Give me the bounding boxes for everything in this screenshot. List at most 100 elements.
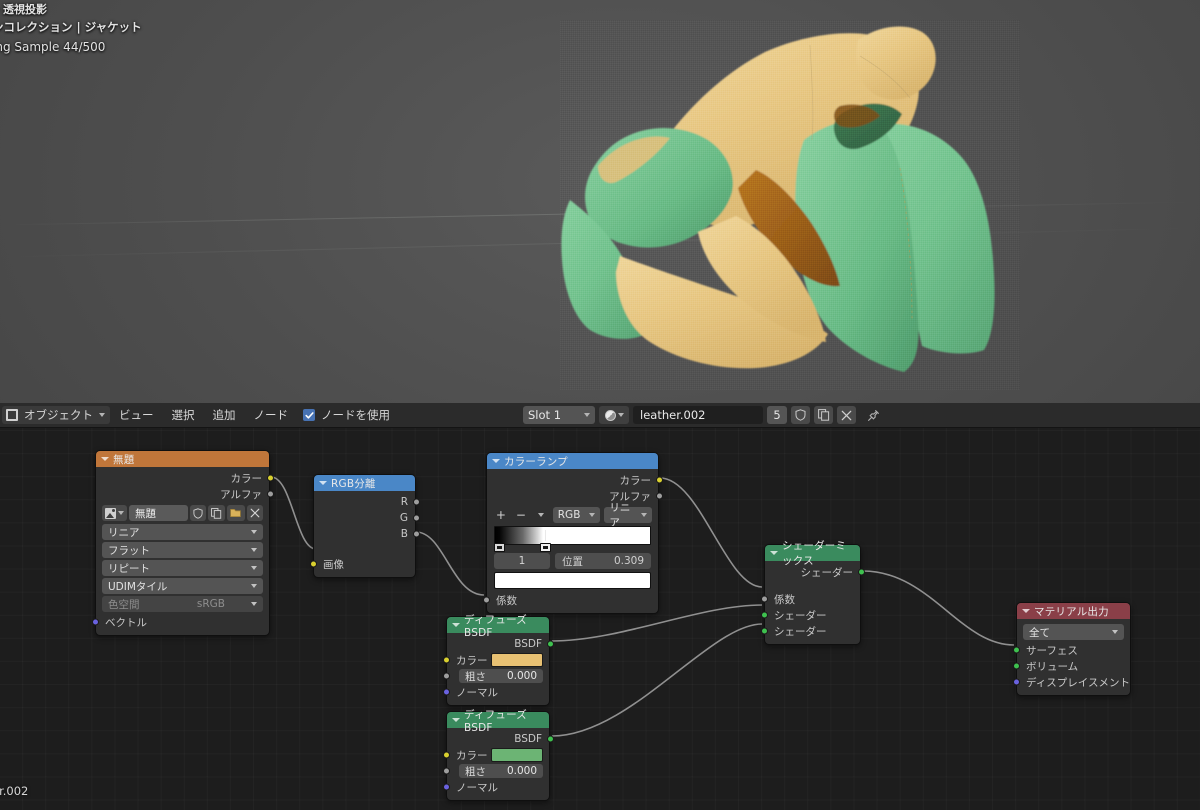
input-socket-fac[interactable] <box>760 595 768 603</box>
output-socket-g[interactable] <box>412 514 420 522</box>
output-socket-row-alpha[interactable]: アルファ <box>96 486 274 502</box>
input-socket-row-shader1[interactable]: シェーダー <box>760 607 860 623</box>
output-socket-alpha[interactable] <box>266 490 274 498</box>
input-socket-row-volume[interactable]: ボリューム <box>1012 658 1130 674</box>
colorramp-stop-1[interactable] <box>540 530 551 552</box>
output-socket-row-bsdf[interactable]: BSDF <box>447 731 554 747</box>
input-socket-displacement[interactable] <box>1012 678 1020 686</box>
node-header-color-ramp[interactable]: カラーランプ <box>487 453 658 469</box>
node-header-mix-shader[interactable]: シェーダーミックス <box>765 540 860 567</box>
source-dropdown[interactable]: UDIMタイル <box>102 578 263 594</box>
browse-material-button[interactable] <box>599 406 629 424</box>
unlink-image-button[interactable] <box>247 505 263 521</box>
shader-type-selector[interactable]: オブジェクト <box>2 406 110 424</box>
material-name-field[interactable]: leather.002 <box>633 406 763 424</box>
input-socket-row-fac[interactable]: 係数 <box>760 591 860 607</box>
collapse-triangle-icon[interactable] <box>452 718 460 722</box>
collapse-triangle-icon[interactable] <box>319 481 327 485</box>
input-socket-row-fac[interactable]: 係数 <box>482 592 658 608</box>
colorramp-gradient-bar[interactable] <box>494 526 651 545</box>
input-socket-row-color[interactable]: カラー <box>442 747 549 763</box>
output-socket-row-color[interactable]: カラー <box>96 470 274 486</box>
open-image-button[interactable] <box>227 505 245 521</box>
stop-handle[interactable] <box>540 543 551 552</box>
stop-color-swatch[interactable] <box>494 572 651 589</box>
output-target-dropdown[interactable]: 全て <box>1023 624 1124 640</box>
input-socket-roughness[interactable] <box>442 672 450 680</box>
node-image-texture[interactable]: 無題 カラー アルファ 無題 リニア フラット リピート UDIMタイル 色空間… <box>91 450 274 636</box>
input-socket-volume[interactable] <box>1012 662 1020 670</box>
unlink-material-button[interactable] <box>837 406 856 424</box>
color-swatch-green[interactable] <box>491 748 543 762</box>
interpolation-dropdown[interactable]: リニア <box>102 524 263 540</box>
node-header-image-texture[interactable]: 無題 <box>96 451 269 467</box>
input-socket-fac[interactable] <box>482 596 490 604</box>
menu-view[interactable]: ビュー <box>110 403 163 428</box>
output-socket-row-bsdf[interactable]: BSDF <box>447 636 554 652</box>
input-socket-row-roughness[interactable]: 粗さ 0.000 <box>442 668 549 684</box>
output-socket-row-g[interactable]: G <box>314 510 420 526</box>
interpolation-dropdown[interactable]: リニア <box>604 502 653 529</box>
input-socket-roughness[interactable] <box>442 767 450 775</box>
node-diffuse-bsdf-green[interactable]: ディフューズBSDF BSDF カラー 粗さ 0.000 ノーマル <box>442 709 554 801</box>
color-mode-dropdown[interactable]: RGB <box>552 507 601 523</box>
input-socket-surface[interactable] <box>1012 646 1020 654</box>
remove-stop-button[interactable]: − <box>513 507 529 523</box>
output-socket-row-b[interactable]: B <box>314 526 420 542</box>
shader-node-editor[interactable]: 無題 カラー アルファ 無題 リニア フラット リピート UDIMタイル 色空間… <box>0 428 1200 810</box>
input-socket-shader-1[interactable] <box>760 611 768 619</box>
node-mix-shader[interactable]: シェーダーミックス シェーダー 係数 シェーダー シェーダー <box>760 540 865 645</box>
collapse-triangle-icon[interactable] <box>452 623 460 627</box>
output-socket-bsdf[interactable] <box>546 735 554 743</box>
input-socket-row-color[interactable]: カラー <box>442 652 549 668</box>
stop-position-field[interactable]: 位置 0.309 <box>555 553 651 569</box>
collapse-triangle-icon[interactable] <box>101 457 109 461</box>
input-socket-row-displacement[interactable]: ディスプレイスメント <box>1012 674 1130 690</box>
input-socket-row-image[interactable]: 画像 <box>309 556 415 572</box>
material-users-count-button[interactable]: 5 <box>767 406 787 424</box>
input-socket-row-surface[interactable]: サーフェス <box>1012 642 1130 658</box>
collapse-triangle-icon[interactable] <box>770 551 778 555</box>
colorramp-gradient-widget[interactable] <box>494 526 651 552</box>
node-diffuse-bsdf-tan[interactable]: ディフューズBSDF BSDF カラー 粗さ 0.000 ノーマル <box>442 614 554 706</box>
output-socket-row-r[interactable]: R <box>314 494 420 510</box>
extension-dropdown[interactable]: リピート <box>102 560 263 576</box>
colorramp-stop-0[interactable] <box>494 539 505 552</box>
node-material-output[interactable]: マテリアル出力 全て サーフェス ボリューム ディスプレイスメント <box>1012 602 1131 696</box>
input-socket-row-shader2[interactable]: シェーダー <box>760 623 860 639</box>
input-socket-image[interactable] <box>309 560 317 568</box>
output-socket-color[interactable] <box>655 476 663 484</box>
node-header-material-output[interactable]: マテリアル出力 <box>1017 603 1130 619</box>
menu-add[interactable]: 追加 <box>204 403 245 428</box>
3d-viewport[interactable]: ・透視投影 ンコレクション | ジャケット ing Sample 44/500 <box>0 0 1200 403</box>
menu-select[interactable]: 選択 <box>163 403 204 428</box>
material-slot-dropdown[interactable]: Slot 1 <box>523 406 595 424</box>
fake-user-button[interactable] <box>791 406 810 424</box>
image-name-field[interactable]: 無題 <box>129 505 188 521</box>
collapse-triangle-icon[interactable] <box>1022 609 1030 613</box>
browse-image-button[interactable] <box>102 505 127 521</box>
pin-id-button[interactable] <box>864 406 883 424</box>
output-socket-alpha[interactable] <box>655 492 663 500</box>
output-socket-row-shader[interactable]: シェーダー <box>765 564 865 580</box>
output-socket-row-alpha[interactable]: アルファ <box>487 488 663 504</box>
node-header-separate-rgb[interactable]: RGB分離 <box>314 475 415 491</box>
output-socket-row-color[interactable]: カラー <box>487 472 663 488</box>
projection-dropdown[interactable]: フラット <box>102 542 263 558</box>
input-socket-normal[interactable] <box>442 688 450 696</box>
color-swatch-tan[interactable] <box>491 653 543 667</box>
menu-node[interactable]: ノード <box>245 403 298 428</box>
output-socket-color[interactable] <box>266 474 274 482</box>
roughness-value-field[interactable]: 粗さ 0.000 <box>459 764 543 778</box>
new-material-copy-button[interactable] <box>814 406 833 424</box>
node-color-ramp[interactable]: カラーランプ カラー アルファ + − RGB リニア 1 位置 0.309 係… <box>482 452 663 614</box>
image-copy-button[interactable] <box>208 505 225 521</box>
stop-handle[interactable] <box>494 543 505 552</box>
output-socket-shader[interactable] <box>857 568 865 576</box>
input-socket-row-normal[interactable]: ノーマル <box>442 684 549 700</box>
roughness-value-field[interactable]: 粗さ 0.000 <box>459 669 543 683</box>
use-nodes-checkbox[interactable]: ノードを使用 <box>303 407 390 423</box>
input-socket-normal[interactable] <box>442 783 450 791</box>
image-fake-user-button[interactable] <box>190 505 206 521</box>
input-socket-row-roughness[interactable]: 粗さ 0.000 <box>442 763 549 779</box>
